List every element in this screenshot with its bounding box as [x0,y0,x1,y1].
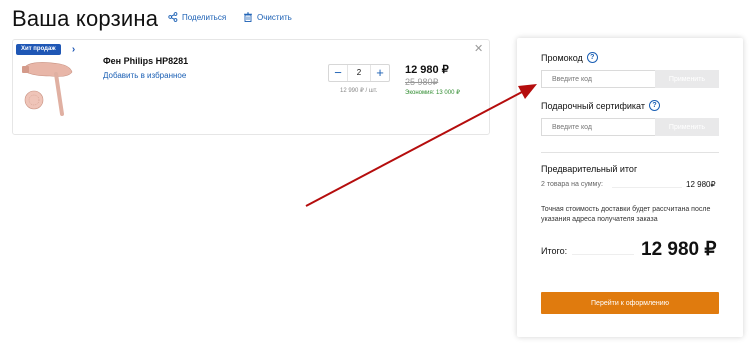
subtotal-value: 12 980₽ [686,180,716,189]
close-icon[interactable]: ✕ [474,44,483,55]
promo-section-label: Промокод ? [541,52,598,63]
subtotal-title: Предварительный итог [541,164,638,174]
certificate-section-label: Подарочный сертификат ? [541,100,660,111]
quantity-stepper: − 2 + [328,64,390,82]
delivery-note: Точная стоимость доставки будет рассчита… [541,206,711,223]
item-old-price: 25 980₽ [405,77,439,87]
promo-code-input[interactable] [541,70,655,88]
share-button[interactable]: Поделиться [168,12,226,22]
divider [541,152,719,153]
product-name[interactable]: Фен Philips HP8281 [103,56,188,66]
certificate-apply-button[interactable]: Применить [655,118,719,136]
question-icon[interactable]: ? [586,52,598,63]
question-icon[interactable]: ? [648,100,660,111]
certificate-label: Подарочный сертификат [541,100,645,111]
trash-icon [244,12,252,22]
total-value: 12 980 ₽ [641,239,717,260]
chevron-right-icon[interactable]: › [68,44,79,55]
quantity-value[interactable]: 2 [347,65,371,81]
plus-icon[interactable]: + [371,65,389,81]
item-price: 12 980 ₽ [405,64,449,76]
share-label: Поделиться [182,12,227,22]
total-label: Итого: [541,246,568,256]
minus-icon[interactable]: − [329,65,347,81]
dotted-leader [612,187,682,188]
promo-apply-button[interactable]: Применить [655,70,719,88]
promo-label: Промокод [541,52,583,63]
add-to-favorites-link[interactable]: Добавить в избранное [103,71,186,80]
share-icon [168,12,178,22]
unit-price: 12 990 ₽ / шт. [340,88,378,94]
certificate-code-input[interactable] [541,118,655,136]
clear-cart-button[interactable]: Очистить [243,12,292,22]
item-savings: Экономия: 13 000 ₽ [405,90,460,96]
clear-label: Очистить [257,12,292,22]
page-title: Ваша корзина [12,6,159,31]
product-image[interactable] [20,56,84,120]
checkout-button[interactable]: Перейти к оформлению [541,292,719,314]
subtotal-label: 2 товара на сумму: [541,181,603,188]
dotted-leader [572,254,634,255]
bestseller-badge: Хит продаж [16,44,61,55]
